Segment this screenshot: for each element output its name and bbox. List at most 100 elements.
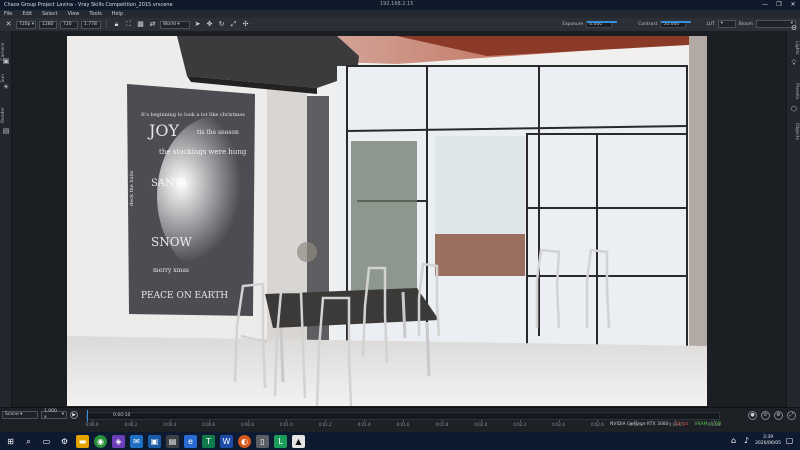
fullscreen-button[interactable]: ⤢	[787, 411, 796, 420]
timeline-tick-mark	[480, 420, 482, 422]
sun-icon[interactable]: ☀	[2, 83, 10, 91]
loop-button[interactable]: ⟳	[761, 411, 770, 420]
menu-select[interactable]: Select	[42, 11, 57, 17]
width-field[interactable]: 1280	[39, 20, 57, 29]
fps-counter: 13 fps	[674, 422, 689, 427]
teams-icon[interactable]: T	[202, 434, 215, 448]
bloom-label: Bloom	[738, 21, 753, 27]
notification-icon[interactable]: ▢	[785, 434, 794, 447]
firefox-icon[interactable]: ◐	[238, 434, 251, 448]
svg-text:PEACE ON EARTH: PEACE ON EARTH	[141, 291, 228, 301]
timeline-tick-label: 0:01.6	[396, 422, 410, 427]
settings-icon[interactable]: ⚙	[58, 435, 71, 448]
playback-speed-dropdown[interactable]: 1.000 x ▾	[41, 409, 67, 420]
record-button[interactable]: ●	[748, 411, 757, 420]
remote-desktop-icon[interactable]: ▣	[148, 434, 161, 448]
lut-label: LUT	[706, 21, 715, 27]
app-icon[interactable]: ◈	[112, 434, 125, 448]
timeline-tick-mark	[286, 420, 288, 422]
terminal-icon[interactable]: ▯	[256, 434, 269, 448]
timeline-tick-label: 0:01.0	[279, 422, 293, 427]
render-viewport[interactable]: It's beginning to look a lot like christ…	[67, 36, 707, 406]
lut-dropdown[interactable]: ▾	[717, 20, 736, 28]
store-icon[interactable]: ▤	[166, 434, 179, 448]
play-button[interactable]: ▶	[70, 411, 78, 419]
main-toolbar: ✕ 720p ▾ 1280 720 1.778 🔒︎ ⛶ ▦ ⇄ World ▾…	[0, 18, 800, 31]
search-icon[interactable]: ⌕	[22, 435, 35, 448]
scale-icon[interactable]: ⤢	[229, 20, 238, 29]
menu-file[interactable]: File	[4, 11, 12, 17]
toolbar-divider	[106, 20, 107, 29]
minimize-button[interactable]: —	[758, 0, 772, 10]
settings-button[interactable]: ⚙	[774, 411, 783, 420]
exposure-field[interactable]: 0.000	[586, 20, 618, 28]
settings-icon[interactable]: ⚙	[790, 24, 798, 32]
timeline-tick-mark	[169, 420, 171, 422]
menu-tools[interactable]: Tools	[89, 11, 101, 17]
select-cursor-icon[interactable]: ➤	[193, 20, 202, 29]
timeline-tick-mark	[403, 420, 404, 422]
scene-dropdown-value: Scene	[5, 412, 19, 417]
timeline-tick-mark	[519, 420, 521, 422]
height-field[interactable]: 720	[60, 20, 78, 29]
timeline-tick-mark	[92, 420, 93, 422]
resolution-preset-dropdown[interactable]: 720p ▾	[16, 20, 36, 29]
mail-icon[interactable]: ✉	[130, 434, 143, 448]
timeline-track[interactable]: 0:00:10	[86, 410, 720, 422]
post-effects-controls: Exposure 0.000 Contrast 50.000 LUT ▾ Blo…	[562, 20, 796, 28]
timeline-tick-mark	[558, 420, 560, 422]
menu-view[interactable]: View	[68, 11, 80, 17]
playhead[interactable]	[87, 410, 88, 422]
timeline-tick-label: 0:00.4	[163, 422, 177, 427]
maximize-button[interactable]: ❐	[772, 0, 786, 10]
tab-lights[interactable]: Lights	[789, 41, 799, 55]
close-button[interactable]: ✕	[786, 0, 800, 10]
exposure-slider[interactable]	[587, 20, 618, 23]
active-app-icon[interactable]: ▲	[292, 434, 305, 448]
height-value: 720	[63, 21, 72, 27]
timeline-tick-mark	[208, 420, 210, 422]
menu-edit[interactable]: Edit	[22, 11, 32, 17]
contrast-slider[interactable]	[661, 20, 692, 23]
objects-icon[interactable]: ⬡	[790, 105, 798, 113]
edge-icon[interactable]: e	[184, 434, 197, 448]
file-explorer-icon[interactable]: ▬	[76, 434, 89, 448]
svg-text:deck the halls: deck the halls	[129, 170, 135, 206]
rotate-icon[interactable]: ↻	[217, 20, 226, 29]
move-icon[interactable]: ✥	[205, 20, 214, 29]
lock-icon[interactable]: 🔒︎	[112, 20, 121, 29]
exposure-label: Exposure	[562, 21, 584, 27]
volume-icon[interactable]: ♪	[742, 434, 751, 447]
tab-render[interactable]: Render	[1, 107, 11, 123]
task-view-icon[interactable]: ▭	[40, 435, 53, 448]
system-clock[interactable]: 3:39 2020/06/05	[755, 435, 781, 447]
vram-usage: VRAM: 1 GB	[694, 422, 722, 427]
coordinate-space-dropdown[interactable]: World ▾	[160, 20, 190, 29]
scene-dropdown[interactable]: Scene ▾	[2, 411, 38, 419]
start-menu-icon[interactable]: ⊞	[4, 435, 17, 448]
svg-text:JOY: JOY	[147, 121, 180, 140]
timeline-tick-label: 0:00.6	[202, 422, 216, 427]
chrome-icon[interactable]: ◉	[94, 434, 107, 448]
aspect-ratio-field[interactable]: 1.778	[81, 20, 101, 29]
tab-sun[interactable]: Sun	[1, 74, 11, 83]
timeline-tick-label: 0:00.8	[241, 422, 254, 427]
timeline-tick-label: 0:01.4	[357, 422, 371, 427]
svg-text:It's beginning to look a lot l: It's beginning to look a lot like christ…	[141, 112, 245, 118]
menu-help[interactable]: Help	[112, 11, 123, 17]
camera-move-icon[interactable]: ⇄	[148, 20, 157, 29]
contrast-field[interactable]: 50.000	[660, 20, 692, 28]
fit-view-icon[interactable]: ⛶	[124, 20, 133, 29]
grid-icon[interactable]: ▦	[136, 20, 145, 29]
network-icon[interactable]: ⌂	[729, 434, 738, 447]
lavina-app-icon[interactable]: L	[274, 434, 287, 448]
collapse-icon[interactable]: ✕	[4, 20, 13, 29]
render-icon[interactable]: ▤	[2, 127, 10, 135]
camera-icon[interactable]: ▣	[2, 57, 10, 65]
tab-objects[interactable]: Objects	[789, 123, 799, 140]
snap-icon[interactable]: ✣	[241, 20, 250, 29]
word-icon[interactable]: W	[220, 434, 233, 448]
tab-presets[interactable]: Presets	[789, 83, 799, 99]
timeline-tick-mark	[441, 420, 443, 422]
lightbulb-icon[interactable]: 💡︎	[790, 59, 798, 67]
